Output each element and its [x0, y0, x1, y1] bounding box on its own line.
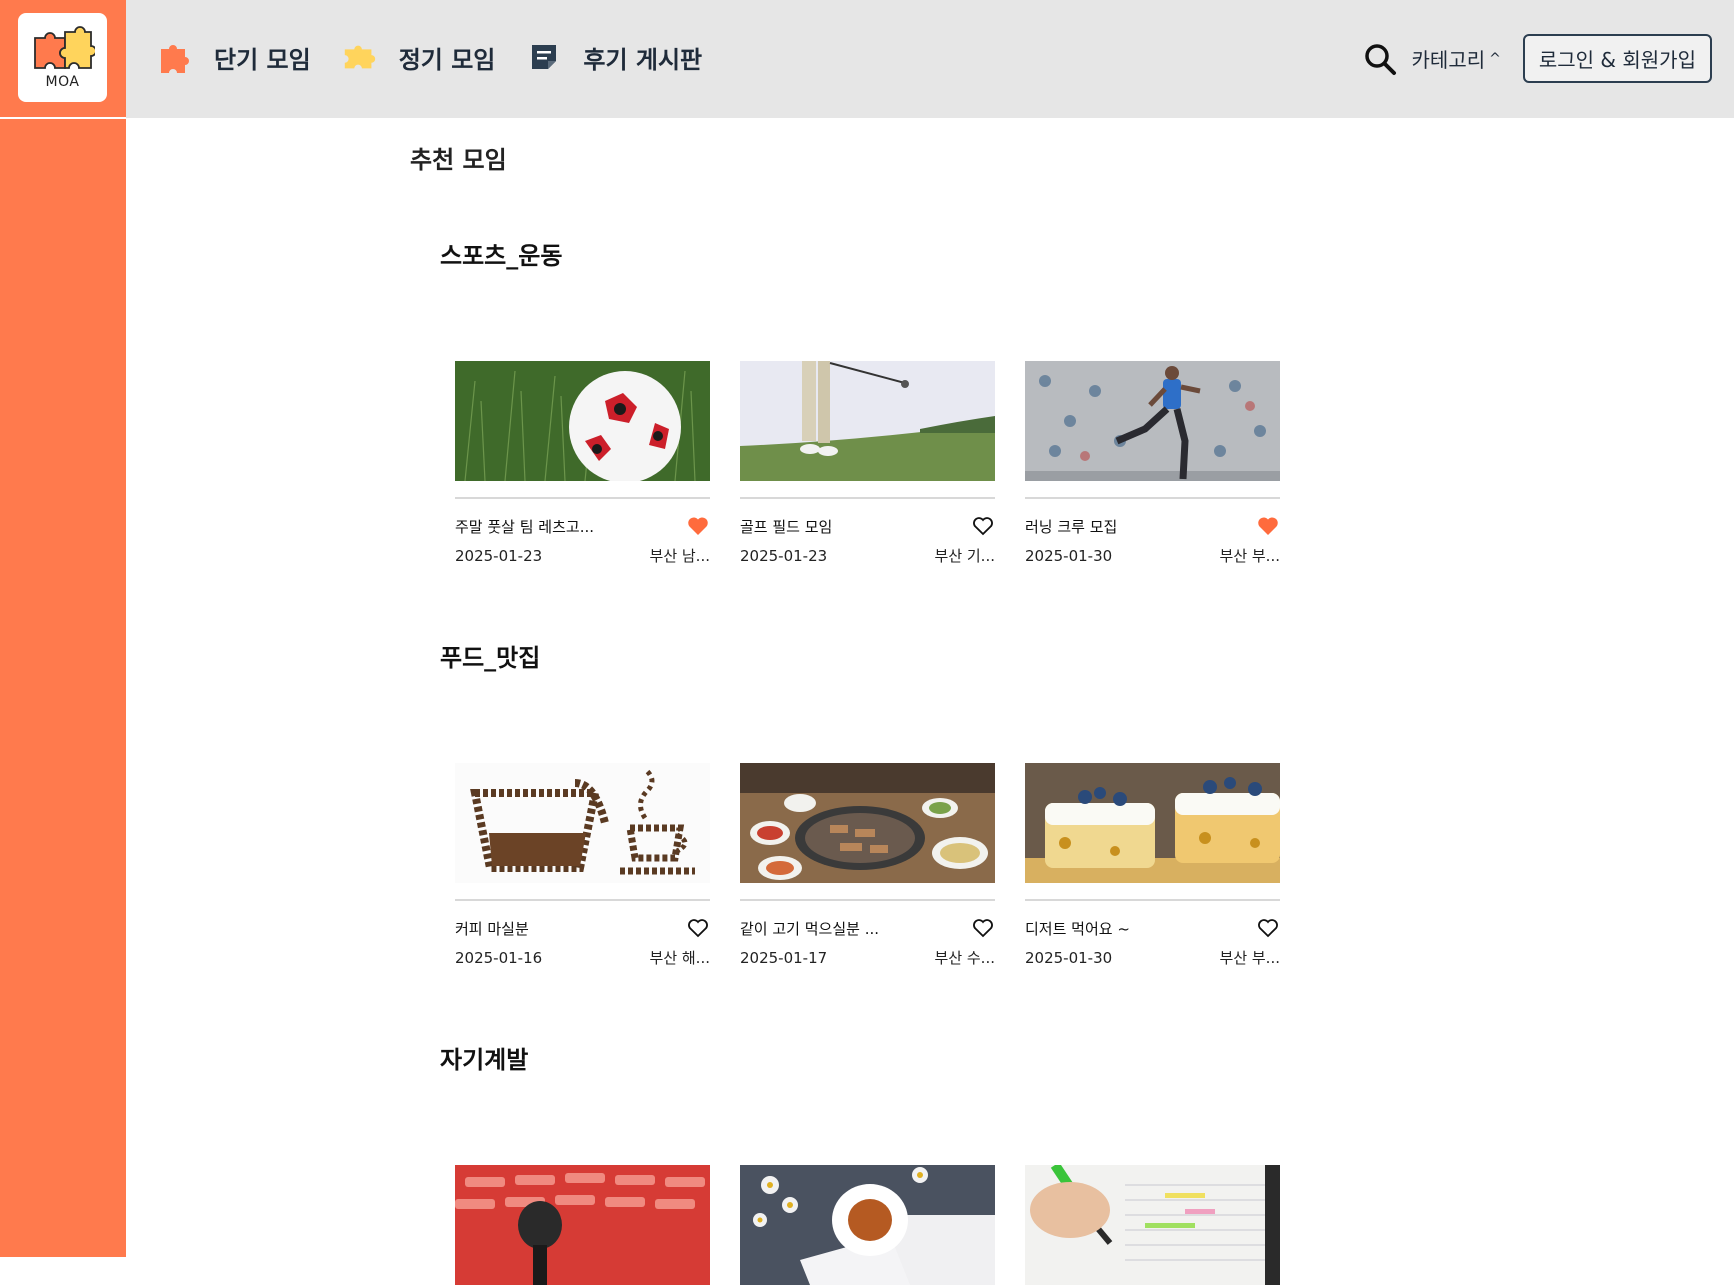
card-divider: [1025, 899, 1280, 901]
meeting-card[interactable]: 커피 마실분 2025-01-16 부산 해...: [455, 763, 710, 968]
card-divider: [455, 899, 710, 901]
card-title: 골프 필드 모임: [740, 517, 833, 536]
nav-label: 단기 모임: [214, 45, 311, 74]
card-divider: [740, 899, 995, 901]
card-image-tea: [740, 1165, 995, 1285]
card-title: 같이 고기 먹으실분 ...: [740, 919, 880, 938]
section-title: 자기계발: [440, 1046, 529, 1074]
card-title: 주말 풋살 팀 레츠고...: [455, 517, 595, 536]
card-image-coffee: [455, 763, 710, 883]
sidebar: MOA: [0, 0, 126, 1257]
logo-text: MOA: [45, 73, 80, 90]
main-nav: 단기 모임 정기 모임 후기 게시판: [156, 38, 732, 76]
card-date: 2025-01-17: [740, 948, 828, 967]
header-tools: 카테고리 ^ 로그인 & 회원가입: [1360, 34, 1712, 83]
card-divider: [740, 497, 995, 499]
card-location: 부산 부...: [1219, 949, 1280, 967]
page-title: 추천 모임: [410, 146, 507, 174]
category-label: 카테고리: [1411, 48, 1486, 72]
card-date: 2025-01-16: [455, 948, 543, 967]
chevron-up-icon: ^: [1489, 50, 1501, 67]
nav-item-review-board[interactable]: 후기 게시판: [525, 38, 702, 76]
logo[interactable]: MOA: [18, 13, 107, 102]
nav-item-short-term-meetings[interactable]: 단기 모임: [156, 38, 311, 76]
card-date: 2025-01-30: [1025, 546, 1113, 565]
category-dropdown[interactable]: 카테고리 ^: [1412, 44, 1501, 73]
card-location: 부산 남...: [649, 547, 710, 565]
main-content: 추천 모임 스포츠_운동 주말 풋살 팀 레츠고... 2025-01-23 부…: [126, 118, 1734, 1285]
note-icon: [525, 38, 563, 76]
heart-filled-icon[interactable]: [686, 515, 710, 537]
heart-filled-icon[interactable]: [1256, 515, 1280, 537]
heart-outline-icon[interactable]: [1256, 917, 1280, 939]
top-navigation-bar: 단기 모임 정기 모임 후기 게시판 카테고리 ^ 로그인 & 회원가입: [126, 0, 1734, 118]
section-title: 스포츠_운동: [440, 242, 563, 270]
search-icon: [1364, 43, 1396, 75]
card-title: 커피 마실분: [455, 919, 529, 938]
card-location: 부산 해...: [649, 949, 710, 967]
heart-outline-icon[interactable]: [686, 917, 710, 939]
meeting-card[interactable]: 골프 필드 모임 2025-01-23 부산 기...: [740, 361, 995, 566]
card-image-microphone: [455, 1165, 710, 1285]
meeting-card[interactable]: 러닝 크루 모집 2025-01-30 부산 부...: [1025, 361, 1280, 566]
card-date: 2025-01-23: [740, 546, 828, 565]
puzzle-piece-icon: [156, 38, 194, 76]
meeting-card[interactable]: [740, 1165, 995, 1285]
card-location: 부산 기...: [934, 547, 995, 565]
meeting-card[interactable]: 같이 고기 먹으실분 ... 2025-01-17 부산 수...: [740, 763, 995, 968]
card-divider: [455, 497, 710, 499]
meeting-card[interactable]: 디저트 먹어요 ~ 2025-01-30 부산 부...: [1025, 763, 1280, 968]
card-title: 러닝 크루 모집: [1025, 517, 1118, 536]
heart-outline-icon[interactable]: [971, 515, 995, 537]
card-location: 부산 부...: [1219, 547, 1280, 565]
section-title: 푸드_맛집: [440, 644, 541, 672]
nav-item-regular-meetings[interactable]: 정기 모임: [341, 38, 496, 76]
card-date: 2025-01-23: [455, 546, 543, 565]
card-image-bbq: [740, 763, 995, 883]
search-button[interactable]: [1360, 39, 1400, 79]
card-image-golf: [740, 361, 995, 481]
card-divider: [1025, 497, 1280, 499]
meeting-card[interactable]: [1025, 1165, 1280, 1285]
puzzle-piece-icon: [341, 38, 379, 76]
puzzle-logo-icon: [33, 25, 95, 69]
meeting-card[interactable]: 주말 풋살 팀 레츠고... 2025-01-23 부산 남...: [455, 361, 710, 566]
card-image-running: [1025, 361, 1280, 481]
card-image-study: [1025, 1165, 1280, 1285]
login-signup-button[interactable]: 로그인 & 회원가입: [1522, 34, 1712, 83]
card-image-dessert: [1025, 763, 1280, 883]
card-date: 2025-01-30: [1025, 948, 1113, 967]
card-image-soccer: [455, 361, 710, 481]
heart-outline-icon[interactable]: [971, 917, 995, 939]
card-location: 부산 수...: [934, 949, 995, 967]
nav-label: 정기 모임: [398, 45, 496, 74]
card-title: 디저트 먹어요 ~: [1025, 919, 1130, 938]
sidebar-divider: [0, 117, 126, 119]
meeting-card[interactable]: [455, 1165, 710, 1285]
nav-label: 후기 게시판: [583, 45, 703, 74]
